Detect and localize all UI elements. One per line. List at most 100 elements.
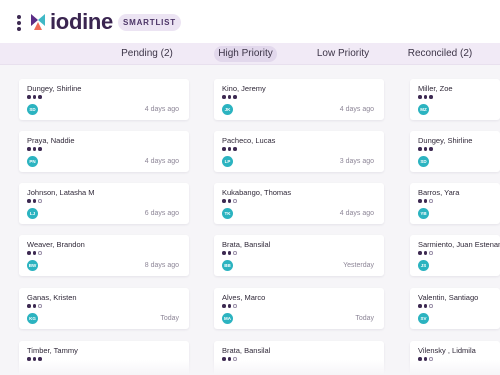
patient-card[interactable]: Dungey, Shirline SD	[410, 131, 500, 172]
timestamp: Today	[355, 315, 374, 322]
priority-dot	[32, 199, 36, 203]
priority-dot	[423, 95, 427, 99]
priority-dot	[227, 199, 231, 203]
priority-dot	[233, 199, 237, 203]
timestamp: Yesterday	[343, 262, 374, 269]
avatar: MA	[222, 313, 233, 324]
priority-indicator	[222, 147, 237, 151]
priority-indicator	[222, 95, 237, 99]
priority-dot	[38, 251, 42, 255]
priority-dot	[423, 251, 427, 255]
timestamp: 6 days ago	[144, 210, 179, 217]
timestamp: 4 days ago	[339, 106, 374, 113]
timestamp: Today	[160, 315, 179, 322]
patient-card[interactable]: Ganas, Kristen KG Today	[19, 288, 189, 329]
priority-dot	[38, 95, 42, 99]
priority-dot	[27, 304, 31, 308]
more-menu-icon[interactable]	[17, 15, 21, 31]
priority-indicator	[418, 95, 433, 99]
avatar: TK	[222, 208, 233, 219]
avatar: MZ	[418, 104, 429, 115]
avatar: LP	[222, 156, 233, 167]
patient-card[interactable]: Pacheco, Lucas LP 3 days ago	[214, 131, 384, 172]
priority-dot	[423, 304, 427, 308]
patient-card[interactable]: Miller, Zoe MZ	[410, 79, 500, 120]
tab-reconciled[interactable]: Reconciled (2)	[406, 46, 474, 62]
patient-card[interactable]: Brata, Bansilal BB Yesterday	[214, 235, 384, 276]
patient-card[interactable]: Johnson, Latasha M LJ 6 days ago	[19, 183, 189, 224]
priority-dot	[418, 251, 422, 255]
priority-dot	[32, 147, 36, 151]
priority-dot	[418, 147, 422, 151]
priority-dot	[222, 147, 226, 151]
priority-indicator	[222, 251, 237, 255]
priority-dot	[429, 95, 433, 99]
priority-dot	[429, 251, 433, 255]
priority-indicator	[27, 95, 42, 99]
priority-dot	[418, 304, 422, 308]
timestamp: 4 days ago	[144, 106, 179, 113]
priority-indicator	[418, 147, 433, 151]
patient-card[interactable]: Valentin, Santiago SV	[410, 288, 500, 329]
patient-card[interactable]: Praya, Naddie PN 4 days ago	[19, 131, 189, 172]
timestamp: 4 days ago	[144, 158, 179, 165]
timestamp: 8 days ago	[144, 262, 179, 269]
priority-dot	[32, 304, 36, 308]
timestamp: 3 days ago	[339, 158, 374, 165]
patient-card[interactable]: Weaver, Brandon BW 8 days ago	[19, 235, 189, 276]
priority-dot	[233, 95, 237, 99]
priority-dot	[222, 95, 226, 99]
priority-indicator	[222, 199, 237, 203]
patient-card[interactable]: Sarmiento, Juan Estenan JS	[410, 235, 500, 276]
priority-dot	[27, 251, 31, 255]
patient-card[interactable]: Alves, Marco MA Today	[214, 288, 384, 329]
patient-card[interactable]: Dungey, Shirline SD 4 days ago	[19, 79, 189, 120]
patient-name: Weaver, Brandon	[27, 240, 85, 249]
priority-dot	[418, 95, 422, 99]
priority-dot	[227, 95, 231, 99]
patient-name: Vilensky , Lidmila	[418, 346, 476, 355]
priority-indicator	[27, 304, 42, 308]
patient-name: Johnson, Latasha M	[27, 188, 95, 197]
priority-dot	[222, 199, 226, 203]
patient-card[interactable]: Kukabango, Thomas TK 4 days ago	[214, 183, 384, 224]
priority-indicator	[418, 199, 433, 203]
brand-name: iodine	[50, 9, 113, 34]
priority-dot	[222, 304, 226, 308]
avatar: SD	[418, 156, 429, 167]
avatar: JK	[222, 104, 233, 115]
patient-name: Kukabango, Thomas	[222, 188, 292, 197]
avatar: BB	[222, 260, 233, 271]
priority-dot	[227, 304, 231, 308]
tab-low-priority[interactable]: Low Priority	[314, 46, 372, 62]
patient-name: Barros, Yara	[418, 188, 460, 197]
patient-card[interactable]: Barros, Yara YB	[410, 183, 500, 224]
patient-name: Brata, Bansilal	[222, 346, 271, 355]
tab-pending[interactable]: Pending (2)	[118, 46, 176, 62]
priority-indicator	[27, 147, 42, 151]
priority-dot	[32, 251, 36, 255]
priority-dot	[233, 147, 237, 151]
smartlist-badge[interactable]: SMARTLIST	[118, 14, 181, 31]
tab-high-priority[interactable]: High Priority	[214, 46, 277, 62]
patient-name: Ganas, Kristen	[27, 293, 77, 302]
priority-dot	[429, 147, 433, 151]
avatar: KG	[27, 313, 38, 324]
patient-name: Alves, Marco	[222, 293, 266, 302]
priority-dot	[227, 251, 231, 255]
app-header: iodine SMARTLIST	[0, 0, 500, 43]
priority-indicator	[418, 304, 433, 308]
tab-bar: Pending (2) High Priority Low Priority R…	[0, 43, 500, 65]
priority-indicator	[222, 304, 237, 308]
priority-dot	[429, 304, 433, 308]
priority-dot	[222, 251, 226, 255]
patient-card[interactable]: Kino, Jeremy JK 4 days ago	[214, 79, 384, 120]
priority-indicator	[27, 199, 42, 203]
priority-dot	[27, 95, 31, 99]
priority-indicator	[418, 251, 433, 255]
priority-dot	[38, 199, 42, 203]
patient-name: Praya, Naddie	[27, 136, 75, 145]
priority-dot	[233, 251, 237, 255]
avatar: YB	[418, 208, 429, 219]
patient-name: Sarmiento, Juan Estenan	[418, 240, 500, 249]
